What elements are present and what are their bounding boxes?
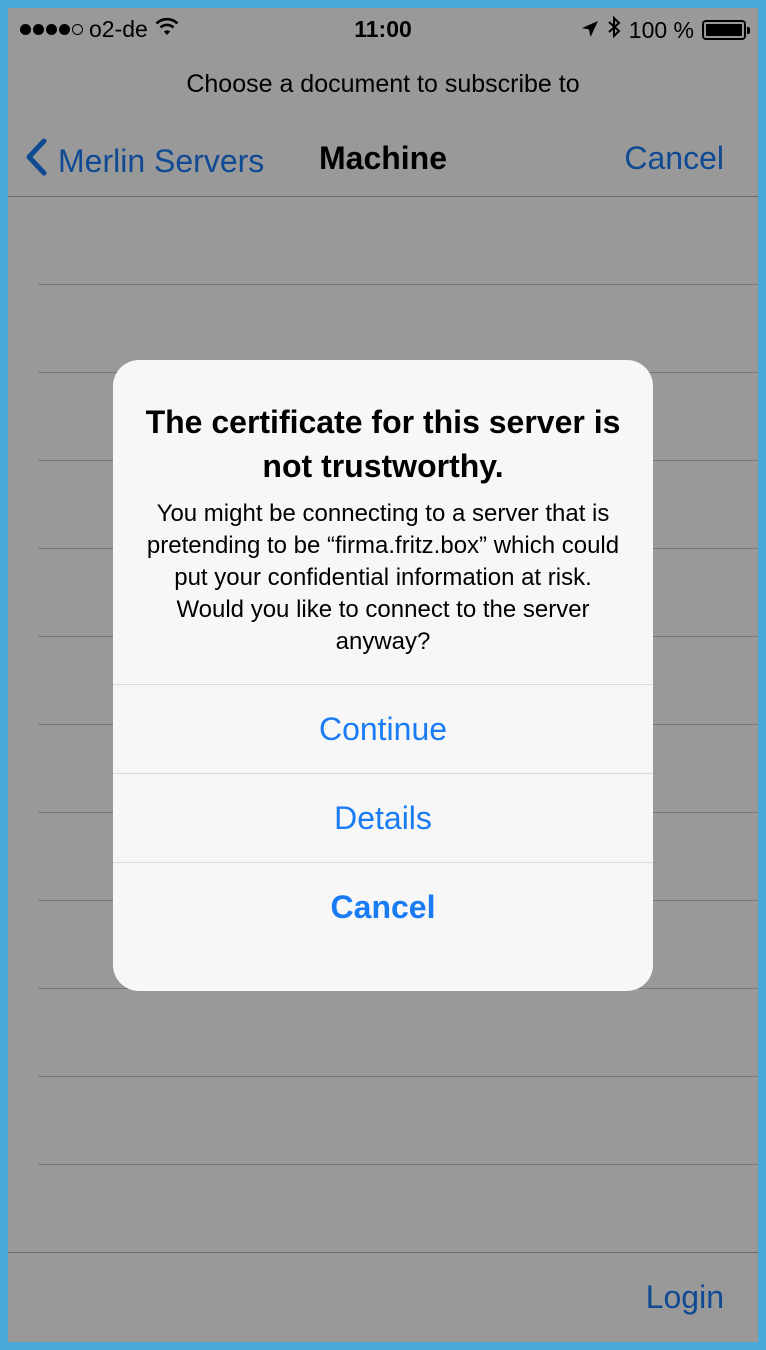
alert-title: The certificate for this server is not t… (145, 404, 621, 484)
certificate-alert: The certificate for this server is not t… (113, 360, 653, 991)
details-button[interactable]: Details (113, 773, 653, 862)
alert-message: You might be connecting to a server that… (146, 500, 620, 655)
continue-button[interactable]: Continue (113, 684, 653, 773)
app-frame: o2-de 11:00 100 % Choose a document to s… (8, 8, 758, 1342)
alert-cancel-button[interactable]: Cancel (113, 862, 653, 951)
alert-content: The certificate for this server is not t… (113, 360, 653, 684)
